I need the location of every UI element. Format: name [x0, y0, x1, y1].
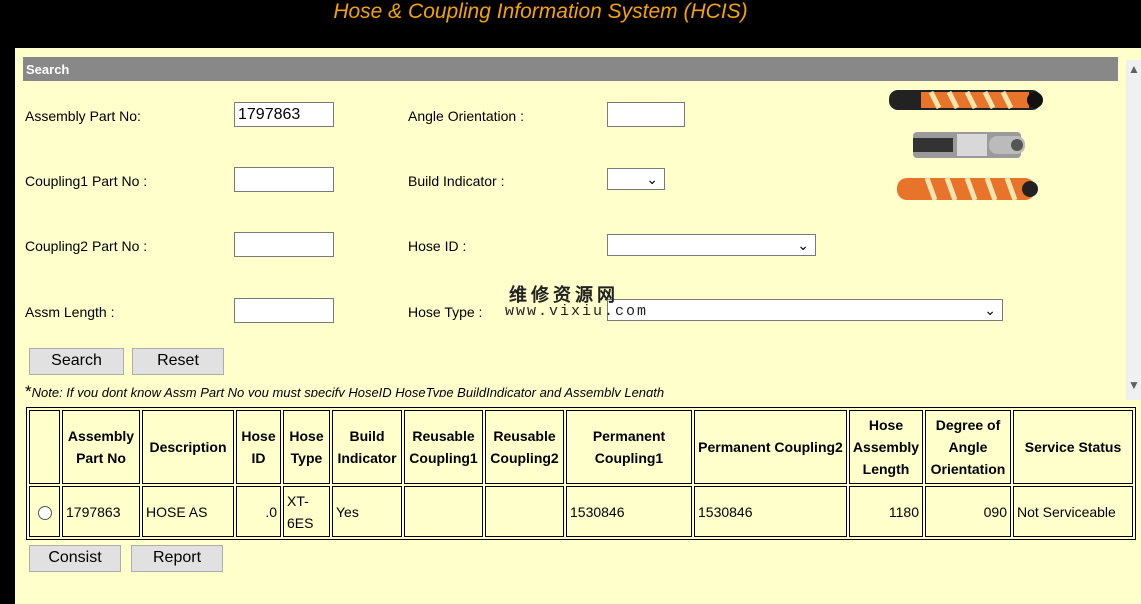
cell-reusable-coupling1 — [404, 486, 483, 537]
row-select-cell[interactable] — [29, 486, 60, 537]
cell-reusable-coupling2 — [485, 486, 564, 537]
col-header-description: Description — [142, 410, 234, 484]
scroll-down-icon[interactable]: ▼ — [1128, 378, 1140, 392]
col-header-build-indicator: Build Indicator — [332, 410, 402, 484]
main-content: Search Assembly Part No: Coupling1 Part … — [15, 48, 1141, 604]
report-button[interactable]: Report — [131, 545, 223, 572]
cell-assembly-part-no: 1797863 — [62, 486, 140, 537]
search-note: *Note: If you dont know Assm Part No you… — [25, 383, 664, 397]
select-column-header — [29, 410, 60, 484]
col-header-reusable-coupling1: Reusable Coupling1 — [404, 410, 483, 484]
assm-length-label: Assm Length : — [25, 304, 115, 320]
reset-button[interactable]: Reset — [132, 348, 224, 375]
build-indicator-label: Build Indicator : — [408, 173, 505, 189]
hose-type-label: Hose Type : — [408, 304, 483, 320]
angle-orientation-label: Angle Orientation : — [408, 108, 524, 124]
results-table: Assembly Part No Description Hose ID Hos… — [26, 407, 1136, 540]
cell-permanent-coupling2: 1530846 — [694, 486, 847, 537]
title-bar: Hose & Coupling Information System (HCIS… — [0, 0, 1141, 48]
col-header-assembly-part-no: Assembly Part No — [62, 410, 140, 484]
cell-degree-of-angle-orientation: 090 — [925, 486, 1011, 537]
hose-image-2 — [913, 132, 1025, 158]
hose-id-select[interactable]: ⌄ — [607, 234, 816, 256]
app-title: Hose & Coupling Information System (HCIS… — [333, 0, 748, 23]
coupling2-part-no-label: Coupling2 Part No : — [25, 238, 148, 254]
chevron-down-icon: ⌄ — [984, 302, 996, 318]
search-button[interactable]: Search — [29, 348, 124, 375]
build-indicator-select[interactable]: ⌄ — [607, 168, 665, 190]
col-header-service-status: Service Status — [1013, 410, 1133, 484]
watermark-url: www.vixiu.com — [505, 303, 649, 320]
chevron-down-icon: ⌄ — [646, 171, 658, 187]
hose-id-label: Hose ID : — [408, 238, 467, 254]
col-header-permanent-coupling1: Permanent Coupling1 — [566, 410, 692, 484]
col-header-permanent-coupling2: Permanent Coupling2 — [694, 410, 847, 484]
hose-illustration — [889, 90, 1043, 201]
row-select-radio[interactable] — [37, 505, 52, 520]
col-header-hose-assembly-length: Hose Assembly Length — [849, 410, 923, 484]
hose-image-1 — [889, 90, 1043, 110]
col-header-hose-type: Hose Type — [283, 410, 330, 484]
cell-hose-assembly-length: 1180 — [849, 486, 923, 537]
vertical-scrollbar[interactable]: ▲ ▼ — [1126, 60, 1141, 400]
hose-image-3 — [897, 177, 1038, 201]
table-header-row: Assembly Part No Description Hose ID Hos… — [29, 410, 1133, 484]
chevron-down-icon: ⌄ — [797, 237, 809, 253]
cell-service-status: Not Serviceable — [1013, 486, 1133, 537]
search-section-header: Search — [23, 57, 1118, 81]
assm-length-input[interactable] — [234, 298, 334, 323]
consist-button[interactable]: Consist — [29, 545, 121, 572]
scroll-up-icon[interactable]: ▲ — [1128, 62, 1140, 76]
coupling1-part-no-label: Coupling1 Part No : — [25, 173, 148, 189]
coupling1-part-no-input[interactable] — [234, 167, 334, 192]
coupling2-part-no-input[interactable] — [234, 232, 334, 257]
cell-permanent-coupling1: 1530846 — [566, 486, 692, 537]
cell-description: HOSE AS — [142, 486, 234, 537]
assembly-part-no-label: Assembly Part No: — [25, 108, 141, 124]
col-header-reusable-coupling2: Reusable Coupling2 — [485, 410, 564, 484]
hose-type-select[interactable]: ⌄ — [607, 299, 1003, 321]
cell-hose-type: XT-6ES — [283, 486, 330, 537]
note-star: * — [25, 383, 32, 397]
note-text: Note: If you dont know Assm Part No you … — [31, 385, 665, 397]
col-header-hose-id: Hose ID — [236, 410, 281, 484]
table-row[interactable]: 1797863 HOSE AS .0 XT-6ES Yes 1530846 15… — [29, 486, 1133, 537]
cell-hose-id: .0 — [236, 486, 281, 537]
angle-orientation-input[interactable] — [607, 102, 685, 127]
assembly-part-no-input[interactable] — [234, 102, 334, 127]
cell-build-indicator: Yes — [332, 486, 402, 537]
col-header-degree-of-angle-orientation: Degree of Angle Orientation — [925, 410, 1011, 484]
